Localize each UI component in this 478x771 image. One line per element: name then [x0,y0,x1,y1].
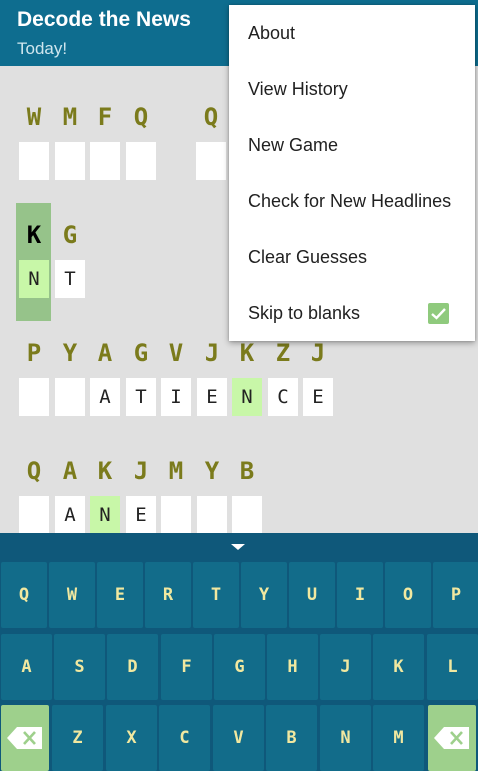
cipher-letter: W [26,103,42,131]
guess-box[interactable]: E [303,378,333,416]
guess-box[interactable] [232,496,262,533]
key-l[interactable]: L [427,634,478,700]
cipher-letter: Q [203,103,219,131]
guess-box[interactable] [55,378,85,416]
cipher-letter: K [97,457,113,485]
app-title: Decode the News [17,8,191,31]
cipher-letter: G [133,339,149,367]
cipher-letter: B [239,457,255,485]
guess-box[interactable] [196,142,226,180]
menu-item-label: About [248,23,296,43]
key-k[interactable]: K [373,634,424,700]
menu-item-clear-guesses[interactable]: Clear Guesses [229,229,475,285]
guess-box[interactable] [126,142,156,180]
backspace-key-left[interactable] [1,705,49,771]
cipher-letter: J [310,339,326,367]
cipher-letter: P [26,339,42,367]
menu-item-new-game[interactable]: New Game [229,117,475,173]
menu-item-skip-to-blanks[interactable]: Skip to blanks [229,285,475,341]
letter-keyboard: QWERTYUIOP ASDFGHJKL ZXCVBNM [0,533,478,771]
cipher-letter: K [239,339,255,367]
cipher-letter: J [133,457,149,485]
key-p[interactable]: P [433,562,478,628]
cipher-letter: A [62,457,78,485]
cipher-letter: Q [26,457,42,485]
app-subtitle: Today! [17,39,68,58]
key-q[interactable]: Q [1,562,47,628]
cipher-letter: Q [133,103,149,131]
guess-box[interactable]: C [268,378,298,416]
key-j[interactable]: J [320,634,371,700]
key-v[interactable]: V [213,705,264,771]
guess-box[interactable] [19,142,49,180]
guess-box[interactable] [19,496,49,533]
key-r[interactable]: R [145,562,191,628]
guess-box[interactable]: N [19,260,49,298]
guess-box[interactable]: A [55,496,85,533]
guess-box[interactable]: I [161,378,191,416]
key-h[interactable]: H [267,634,318,700]
guess-box[interactable]: N [232,378,262,416]
cipher-letter: A [97,339,113,367]
collapse-keyboard-icon[interactable] [226,539,250,555]
cipher-letter: Z [275,339,291,367]
key-b[interactable]: B [266,705,317,771]
key-m[interactable]: M [373,705,424,771]
menu-item-view-history[interactable]: View History [229,61,475,117]
guess-box[interactable] [19,378,49,416]
cipher-letter: V [168,339,184,367]
key-a[interactable]: A [1,634,52,700]
guess-box[interactable]: T [55,260,85,298]
overflow-menu: About View History New Game Check for New H… [229,5,475,341]
menu-item-label: Check for New Headlines [248,191,452,211]
cipher-letter: Y [204,457,220,485]
key-f[interactable]: F [161,634,212,700]
key-e[interactable]: E [97,562,143,628]
guess-box[interactable] [161,496,191,533]
guess-box[interactable] [90,142,120,180]
key-t[interactable]: T [193,562,239,628]
key-i[interactable]: I [337,562,383,628]
guess-box[interactable]: N [90,496,120,533]
key-z[interactable]: Z [52,705,103,771]
cipher-letter: Y [62,339,78,367]
backspace-key-right[interactable] [428,705,476,771]
menu-item-label: Clear Guesses [248,247,368,267]
key-o[interactable]: O [385,562,431,628]
key-y[interactable]: Y [241,562,287,628]
guess-box[interactable]: E [197,378,227,416]
key-n[interactable]: N [320,705,371,771]
menu-item-label: New Game [248,135,339,155]
menu-item-check-for-new-headlines[interactable]: Check for New Headlines [229,173,475,229]
guess-box[interactable] [55,142,85,180]
cipher-letter: K [26,221,42,249]
key-u[interactable]: U [289,562,335,628]
menu-item-label: Skip to blanks [248,303,361,323]
key-s[interactable]: S [54,634,105,700]
key-g[interactable]: G [214,634,265,700]
guess-box[interactable]: A [90,378,120,416]
menu-item-label: View History [248,79,348,99]
cipher-letter: M [168,457,184,485]
cipher-letter: M [62,103,78,131]
guess-box[interactable]: E [126,496,156,533]
guess-box[interactable] [197,496,227,533]
guess-box[interactable]: T [126,378,156,416]
key-c[interactable]: C [159,705,210,771]
cipher-letter: F [97,103,113,131]
cipher-letter: J [204,339,220,367]
key-w[interactable]: W [49,562,95,628]
checkbox-checked-icon[interactable] [428,303,449,324]
cipher-letter: G [62,221,78,249]
key-x[interactable]: X [106,705,157,771]
menu-item-about[interactable]: About [229,5,475,61]
key-d[interactable]: D [107,634,158,700]
